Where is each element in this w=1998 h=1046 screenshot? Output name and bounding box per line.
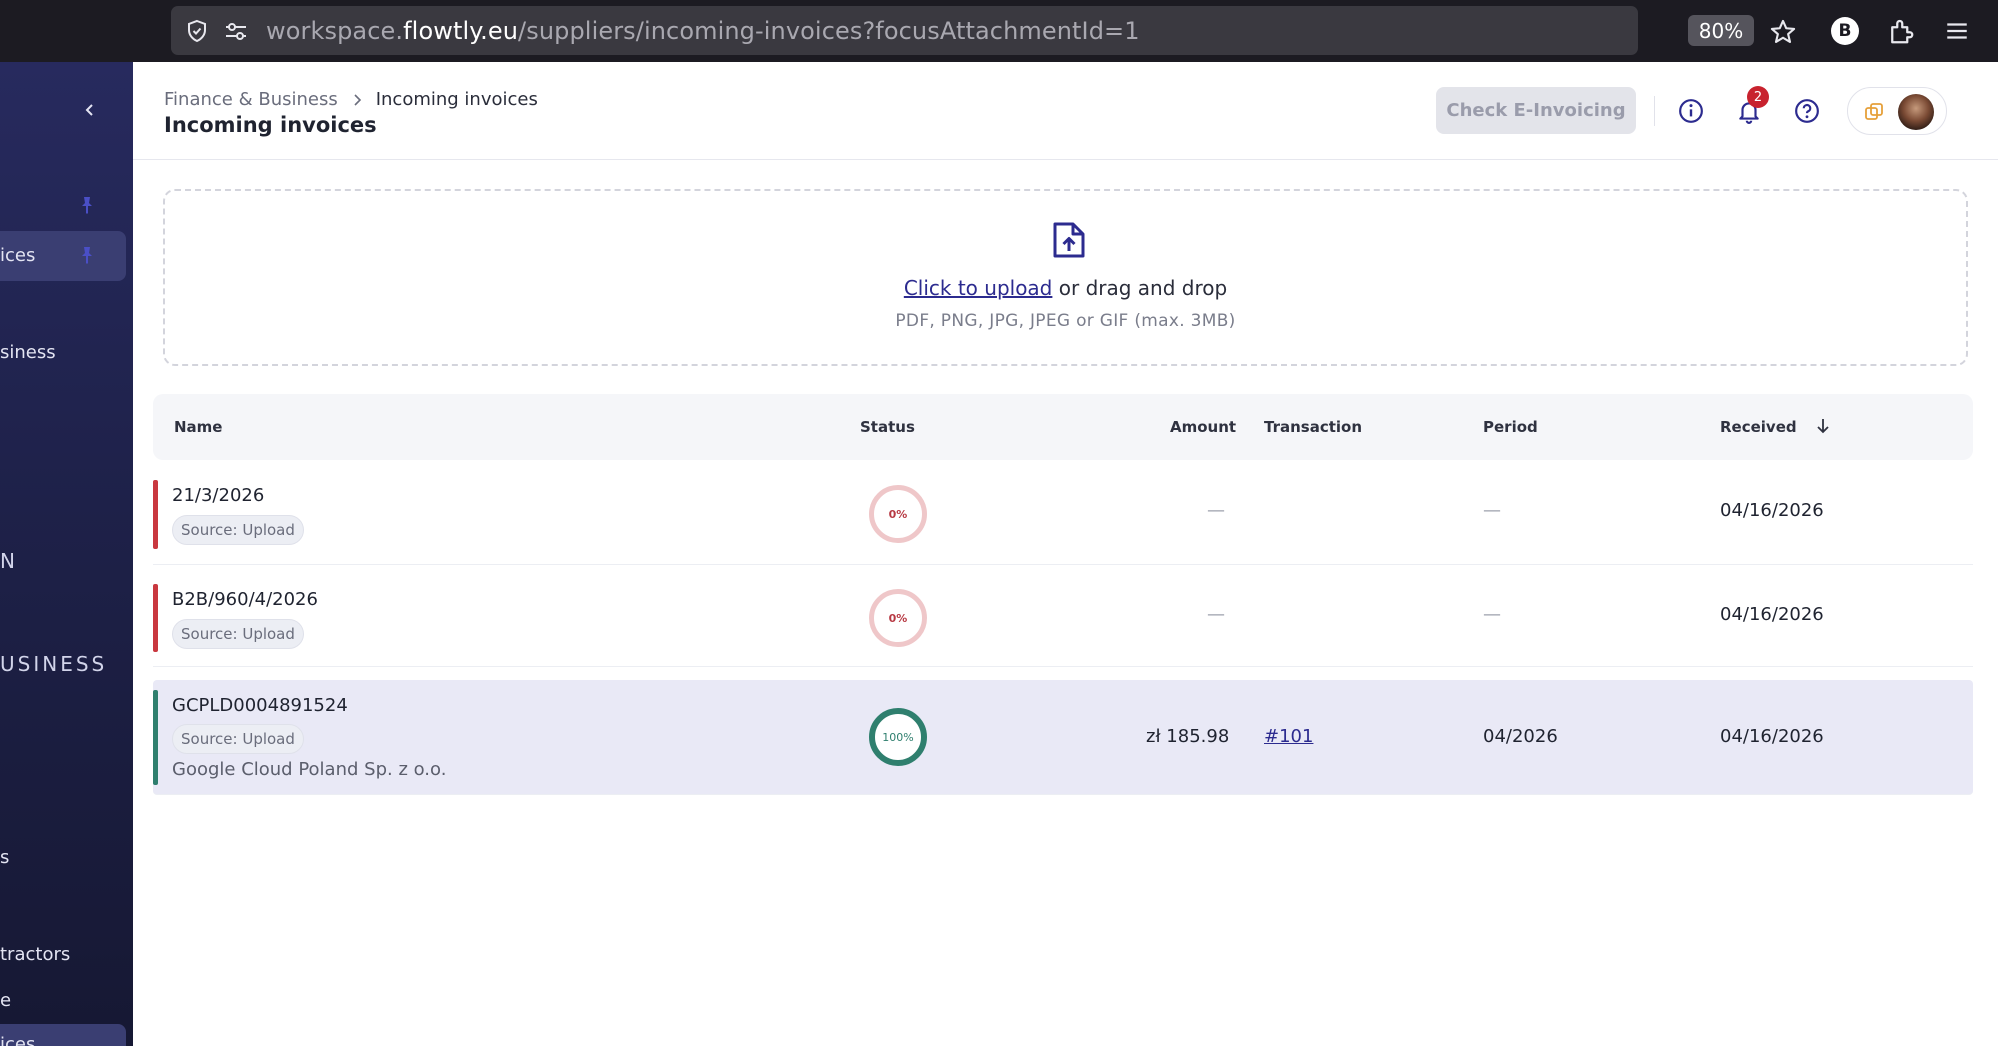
- sidebar-item-invoices-bottom[interactable]: ices: [0, 1034, 35, 1046]
- browser-toolbar: workspace.flowtly.eu/suppliers/incoming-…: [0, 0, 1998, 62]
- source-badge: Source: Upload: [172, 619, 304, 649]
- row-status-accent: [153, 584, 158, 652]
- main-content: Finance & Business Incoming invoices Inc…: [133, 62, 1998, 1046]
- table-row-selected[interactable]: GCPLD0004891524 Source: Upload Google Cl…: [153, 680, 1973, 795]
- user-menu[interactable]: [1847, 87, 1947, 135]
- address-bar[interactable]: workspace.flowtly.eu/suppliers/incoming-…: [171, 6, 1796, 55]
- sidebar-item-invoices[interactable]: ices: [0, 245, 35, 266]
- bookmark-star-icon[interactable]: [1769, 18, 1797, 46]
- column-header-period[interactable]: Period: [1483, 418, 1538, 436]
- pin-icon[interactable]: [77, 245, 97, 265]
- notification-count-badge: 2: [1747, 86, 1769, 108]
- page-title: Incoming invoices: [164, 113, 377, 137]
- file-upload-icon: [1053, 222, 1085, 258]
- column-header-transaction[interactable]: Transaction: [1264, 418, 1362, 436]
- column-header-name[interactable]: Name: [174, 418, 222, 436]
- received-cell: 04/16/2026: [1720, 604, 1824, 625]
- url-domain: flowtly.eu: [403, 17, 519, 45]
- upload-instructions: Click to upload or drag and drop: [165, 276, 1966, 300]
- url-prefix: workspace.: [266, 17, 404, 45]
- breadcrumb: Finance & Business Incoming invoices: [164, 89, 538, 110]
- table-header: Name Status Amount Transaction Period Re…: [153, 394, 1973, 460]
- amount-cell: —: [1207, 500, 1225, 521]
- sidebar: ices siness N USINESS s tractors e ices: [0, 62, 133, 1046]
- invoice-name: GCPLD0004891524: [172, 695, 348, 716]
- pin-icon[interactable]: [77, 195, 97, 215]
- breadcrumb-current: Incoming invoices: [375, 89, 538, 110]
- shield-icon[interactable]: [185, 19, 209, 43]
- info-icon[interactable]: [1678, 98, 1704, 124]
- menu-icon[interactable]: [1944, 18, 1970, 44]
- zoom-level-badge[interactable]: 80%: [1688, 15, 1754, 46]
- column-header-amount[interactable]: Amount: [1170, 418, 1236, 436]
- collapse-sidebar-icon[interactable]: [78, 98, 102, 122]
- workspace-switch-icon[interactable]: [1864, 102, 1884, 122]
- period-cell: 04/2026: [1483, 726, 1558, 747]
- help-icon[interactable]: [1794, 98, 1820, 124]
- invoice-name: B2B/960/4/2026: [172, 589, 318, 610]
- upload-rest-text: or drag and drop: [1052, 276, 1228, 300]
- sidebar-item-business[interactable]: siness: [0, 342, 56, 363]
- upload-dropzone[interactable]: Click to upload or drag and drop PDF, PN…: [163, 189, 1968, 366]
- invoice-name: 21/3/2026: [172, 485, 265, 506]
- amount-cell: —: [1207, 604, 1225, 625]
- page-header: Finance & Business Incoming invoices Inc…: [133, 62, 1998, 160]
- avatar[interactable]: [1898, 94, 1934, 130]
- source-badge: Source: Upload: [172, 724, 304, 754]
- sidebar-item[interactable]: s: [0, 847, 9, 868]
- received-cell: 04/16/2026: [1720, 726, 1824, 747]
- breadcrumb-parent-link[interactable]: Finance & Business: [164, 89, 338, 110]
- amount-cell: zł 185.98: [1146, 726, 1230, 747]
- received-cell: 04/16/2026: [1720, 500, 1824, 521]
- table-row[interactable]: B2B/960/4/2026 Source: Upload 0% — — 04/…: [153, 565, 1973, 667]
- row-status-accent: [153, 690, 158, 785]
- url-text[interactable]: workspace.flowtly.eu/suppliers/incoming-…: [266, 17, 1140, 45]
- source-badge: Source: Upload: [172, 515, 304, 545]
- sort-descending-icon[interactable]: [1814, 417, 1832, 435]
- chevron-right-icon: [354, 93, 361, 106]
- column-header-status[interactable]: Status: [860, 418, 915, 436]
- sidebar-section-heading: N: [0, 549, 18, 573]
- site-permissions-icon[interactable]: [223, 19, 249, 43]
- transaction-link[interactable]: #101: [1264, 726, 1313, 747]
- table-row[interactable]: 21/3/2026 Source: Upload 0% — — 04/16/20…: [153, 460, 1973, 565]
- period-cell: —: [1483, 500, 1501, 521]
- sidebar-section-heading: USINESS: [0, 652, 108, 676]
- status-progress-ring: 0%: [869, 589, 927, 647]
- column-header-received[interactable]: Received: [1720, 418, 1797, 436]
- status-progress-ring: 0%: [869, 485, 927, 543]
- sidebar-item-contractors[interactable]: tractors: [0, 944, 70, 965]
- status-progress-ring: 100%: [869, 708, 927, 766]
- url-path: /suppliers/incoming-invoices?focusAttach…: [518, 17, 1140, 45]
- click-to-upload-link[interactable]: Click to upload: [904, 276, 1053, 300]
- check-e-invoicing-button[interactable]: Check E-Invoicing: [1436, 87, 1636, 134]
- upload-file-types-hint: PDF, PNG, JPG, JPEG or GIF (max. 3MB): [895, 311, 1236, 331]
- profile-icon[interactable]: B: [1831, 17, 1859, 45]
- period-cell: —: [1483, 604, 1501, 625]
- supplier-name: Google Cloud Poland Sp. z o.o.: [172, 759, 447, 780]
- header-divider: [1654, 96, 1655, 126]
- extensions-icon[interactable]: [1886, 16, 1916, 46]
- row-status-accent: [153, 480, 158, 549]
- sidebar-item[interactable]: e: [0, 990, 11, 1011]
